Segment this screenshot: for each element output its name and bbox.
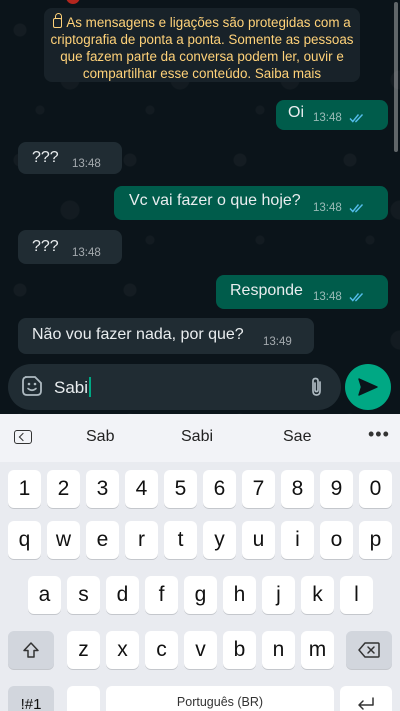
key[interactable]: 5 [164,470,197,508]
key[interactable]: i [281,521,314,559]
message-time: 13:48 [313,291,342,303]
key[interactable]: s [67,576,100,614]
chat-area[interactable]: As mensagens e ligações são protegidas c… [0,0,400,414]
backspace-icon [358,642,380,658]
key[interactable]: j [262,576,295,614]
suggestion-item[interactable]: Sab [86,428,114,446]
key[interactable]: h [223,576,256,614]
comma-key[interactable] [67,686,100,711]
more-options-icon[interactable]: ••• [368,424,390,445]
enter-key[interactable] [340,686,392,711]
key[interactable]: r [125,521,158,559]
send-icon [358,378,378,396]
message-text: ??? [32,149,59,166]
enter-icon [358,697,374,710]
key[interactable]: a [28,576,61,614]
chat-scrollbar[interactable] [394,2,398,152]
message-text: Responde [230,282,303,299]
shift-icon [23,642,39,658]
key[interactable]: u [242,521,275,559]
read-ticks-icon [349,204,364,213]
lock-icon [53,13,63,28]
key[interactable]: 1 [8,470,41,508]
key[interactable]: y [203,521,236,559]
send-button[interactable] [345,364,391,410]
message-text: Não vou fazer nada, por que? [32,326,244,343]
key[interactable]: 8 [281,470,314,508]
key[interactable]: 6 [203,470,236,508]
key[interactable]: p [359,521,392,559]
message-time: 13:48 [72,158,101,170]
message-draft: Sabi [54,378,89,397]
keyboard-collapse-icon[interactable] [14,430,32,444]
message-bubble-incoming[interactable]: ??? 13:48 [18,142,122,174]
read-ticks-icon [349,293,364,302]
text-cursor [89,377,92,397]
sticker-icon[interactable] [21,375,43,397]
on-screen-keyboard: Sab Sabi Sae ••• 1 2 3 4 5 6 7 8 9 0 q w… [0,414,400,711]
encryption-notice-text: As mensagens e ligações são protegidas c… [50,15,354,81]
status-indicator [66,0,80,4]
message-time: 13:48 [313,202,342,214]
read-ticks-icon [349,114,364,123]
key[interactable]: q [8,521,41,559]
key[interactable]: o [320,521,353,559]
message-text: Oi [288,104,304,121]
message-time: 13:48 [313,112,342,124]
key[interactable]: k [301,576,334,614]
key[interactable]: m [301,631,334,669]
message-bubble-outgoing[interactable]: Responde 13:48 [216,275,388,309]
key[interactable]: b [223,631,256,669]
encryption-notice[interactable]: As mensagens e ligações são protegidas c… [44,8,360,82]
suggestion-item[interactable]: Sae [283,428,311,446]
key[interactable]: 7 [242,470,275,508]
key[interactable]: v [184,631,217,669]
space-key[interactable]: Português (BR) [106,686,334,711]
key[interactable]: z [67,631,100,669]
symbols-key[interactable]: !#1 [8,686,54,711]
key[interactable]: x [106,631,139,669]
suggestion-item[interactable]: Sabi [181,428,213,446]
backspace-key[interactable] [346,631,392,669]
key[interactable]: c [145,631,178,669]
message-input-text: Sabi [54,377,92,398]
message-bubble-outgoing[interactable]: Oi 13:48 [276,100,388,130]
message-bubble-incoming[interactable]: Não vou fazer nada, por que? 13:49 [18,318,314,354]
message-composer: Sabi [0,360,400,414]
key[interactable]: 4 [125,470,158,508]
paperclip-icon[interactable] [307,376,327,398]
message-time: 13:48 [72,247,101,259]
key[interactable]: d [106,576,139,614]
suggestion-bar: Sab Sabi Sae ••• [0,414,400,462]
message-text: ??? [32,238,59,255]
key[interactable]: 3 [86,470,119,508]
message-time: 13:49 [263,336,292,348]
key[interactable]: w [47,521,80,559]
key[interactable]: 9 [320,470,353,508]
key[interactable]: l [340,576,373,614]
message-input[interactable]: Sabi [8,364,341,410]
message-text: Vc vai fazer o que hoje? [129,192,301,209]
key[interactable]: 2 [47,470,80,508]
key[interactable]: t [164,521,197,559]
key[interactable]: 0 [359,470,392,508]
shift-key[interactable] [8,631,54,669]
key[interactable]: e [86,521,119,559]
key[interactable]: n [262,631,295,669]
message-bubble-outgoing[interactable]: Vc vai fazer o que hoje? 13:48 [114,186,388,220]
key[interactable]: g [184,576,217,614]
message-bubble-incoming[interactable]: ??? 13:48 [18,230,122,264]
key[interactable]: f [145,576,178,614]
